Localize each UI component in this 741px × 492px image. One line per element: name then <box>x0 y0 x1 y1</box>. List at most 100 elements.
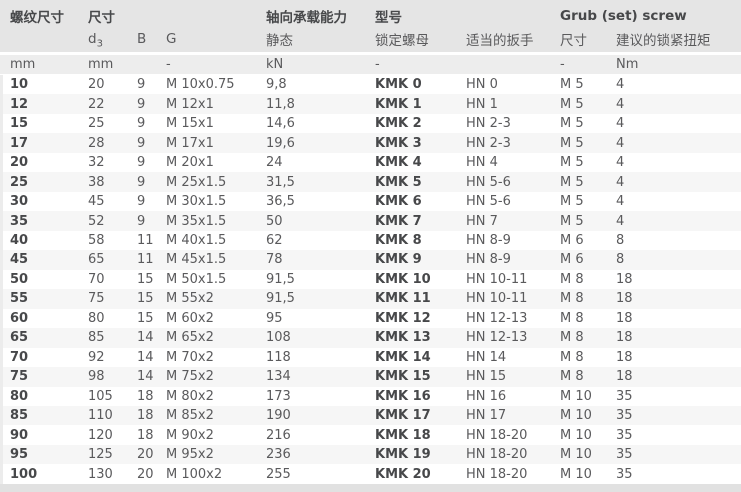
header-torque: 建议的锁紧扭矩 <box>616 29 739 49</box>
cell-grub-size: M 8 <box>560 272 616 287</box>
cell-B: 14 <box>137 369 166 384</box>
cell-B: 14 <box>137 330 166 345</box>
cell-G: M 55x2 <box>166 291 266 306</box>
cell-torque: 18 <box>616 369 739 384</box>
cell-thread-size: 95 <box>10 447 88 462</box>
cell-grub-size: M 10 <box>560 467 616 482</box>
cell-static-load: 255 <box>266 467 375 482</box>
cell-G: M 50x1.5 <box>166 272 266 287</box>
cell-B: 11 <box>137 252 166 267</box>
table-row: 65 85 14 M 65x2 108 KMK 13 HN 12-13 M 8 … <box>3 328 741 347</box>
cell-spanner: HN 17 <box>466 408 560 423</box>
cell-static-load: 19,6 <box>266 136 375 151</box>
cell-d3: 45 <box>88 194 137 209</box>
cell-torque: 4 <box>616 175 739 190</box>
header-d3: d3 <box>88 31 137 47</box>
cell-torque: 18 <box>616 350 739 365</box>
cell-d3: 32 <box>88 155 137 170</box>
cell-thread-size: 50 <box>10 272 88 287</box>
cell-designation: KMK 0 <box>375 77 466 92</box>
cell-G: M 15x1 <box>166 116 266 131</box>
cell-spanner: HN 15 <box>466 369 560 384</box>
cell-B: 20 <box>137 467 166 482</box>
cell-torque: 4 <box>616 214 739 229</box>
cell-static-load: 50 <box>266 214 375 229</box>
cell-torque: 35 <box>616 467 739 482</box>
cell-thread-size: 15 <box>10 116 88 131</box>
cell-torque: 35 <box>616 408 739 423</box>
unit-d3: mm <box>88 57 137 72</box>
cell-grub-size: M 5 <box>560 194 616 209</box>
cell-spanner: HN 12-13 <box>466 330 560 345</box>
cell-B: 14 <box>137 350 166 365</box>
cell-static-load: 24 <box>266 155 375 170</box>
unit-thread: mm <box>10 57 88 72</box>
cell-thread-size: 17 <box>10 136 88 151</box>
cell-grub-size: M 8 <box>560 291 616 306</box>
header-group-row: 螺纹尺寸 尺寸 轴向承载能力 型号 Grub (set) screw <box>0 4 741 27</box>
cell-d3: 120 <box>88 428 137 443</box>
cell-d3: 52 <box>88 214 137 229</box>
header-B: B <box>137 31 166 47</box>
cell-spanner: HN 16 <box>466 389 560 404</box>
cell-B: 18 <box>137 428 166 443</box>
header-G: G <box>166 31 266 47</box>
cell-static-load: 190 <box>266 408 375 423</box>
cell-thread-size: 90 <box>10 428 88 443</box>
cell-d3: 22 <box>88 97 137 112</box>
table-header: 螺纹尺寸 尺寸 轴向承载能力 型号 Grub (set) screw d3 B … <box>0 0 741 52</box>
cell-torque: 35 <box>616 389 739 404</box>
cell-spanner: HN 8-9 <box>466 233 560 248</box>
cell-B: 9 <box>137 214 166 229</box>
cell-B: 9 <box>137 175 166 190</box>
cell-torque: 4 <box>616 155 739 170</box>
cell-d3: 110 <box>88 408 137 423</box>
cell-d3: 105 <box>88 389 137 404</box>
cell-grub-size: M 5 <box>560 97 616 112</box>
cell-designation: KMK 11 <box>375 291 466 306</box>
cell-static-load: 31,5 <box>266 175 375 190</box>
table-row: 90 120 18 M 90x2 216 KMK 18 HN 18-20 M 1… <box>3 425 741 444</box>
cell-static-load: 134 <box>266 369 375 384</box>
cell-torque: 4 <box>616 97 739 112</box>
cell-thread-size: 80 <box>10 389 88 404</box>
cell-static-load: 95 <box>266 311 375 326</box>
cell-G: M 40x1.5 <box>166 233 266 248</box>
cell-B: 20 <box>137 447 166 462</box>
table-row: 25 38 9 M 25x1.5 31,5 KMK 5 HN 5-6 M 5 4 <box>3 172 741 191</box>
cell-G: M 12x1 <box>166 97 266 112</box>
header-designation: 型号 <box>375 6 560 26</box>
table-row: 80 105 18 M 80x2 173 KMK 16 HN 16 M 10 3… <box>3 387 741 406</box>
cell-designation: KMK 12 <box>375 311 466 326</box>
cell-G: M 70x2 <box>166 350 266 365</box>
cell-designation: KMK 8 <box>375 233 466 248</box>
cell-torque: 4 <box>616 136 739 151</box>
cell-static-load: 91,5 <box>266 272 375 287</box>
cell-designation: KMK 5 <box>375 175 466 190</box>
cell-static-load: 216 <box>266 428 375 443</box>
cell-static-load: 14,6 <box>266 116 375 131</box>
cell-G: M 85x2 <box>166 408 266 423</box>
cell-G: M 17x1 <box>166 136 266 151</box>
cell-grub-size: M 5 <box>560 116 616 131</box>
table-row: 50 70 15 M 50x1.5 91,5 KMK 10 HN 10-11 M… <box>3 270 741 289</box>
header-static: 静态 <box>266 29 375 49</box>
cell-grub-size: M 8 <box>560 369 616 384</box>
cell-B: 18 <box>137 389 166 404</box>
unit-torque: Nm <box>616 57 739 72</box>
cell-spanner: HN 10-11 <box>466 291 560 306</box>
table-row: 15 25 9 M 15x1 14,6 KMK 2 HN 2-3 M 5 4 <box>3 114 741 133</box>
unit-static: kN <box>266 57 375 72</box>
cell-d3: 70 <box>88 272 137 287</box>
header-grub-screw: Grub (set) screw <box>560 8 739 24</box>
cell-torque: 18 <box>616 272 739 287</box>
cell-d3: 98 <box>88 369 137 384</box>
cell-d3: 38 <box>88 175 137 190</box>
bottom-strip <box>0 484 741 492</box>
unit-grub-size: - <box>560 57 616 72</box>
cell-spanner: HN 7 <box>466 214 560 229</box>
cell-grub-size: M 5 <box>560 77 616 92</box>
table-row: 30 45 9 M 30x1.5 36,5 KMK 6 HN 5-6 M 5 4 <box>3 192 741 211</box>
cell-static-load: 173 <box>266 389 375 404</box>
cell-torque: 4 <box>616 77 739 92</box>
